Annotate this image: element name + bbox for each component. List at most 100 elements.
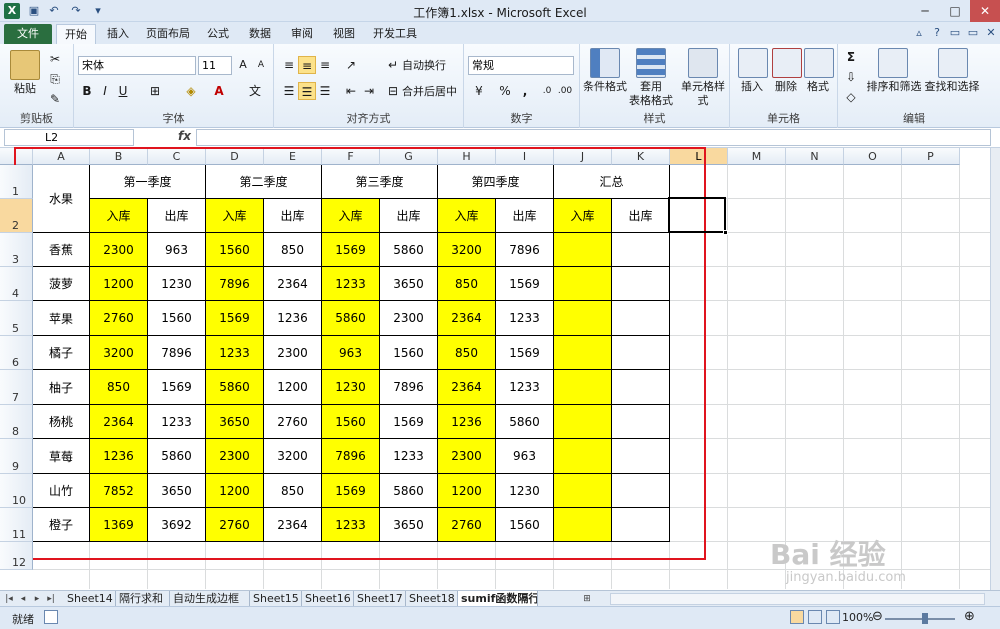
tab-file[interactable]: 文件 [4,24,52,44]
cell-styles-icon[interactable] [688,48,718,78]
macro-record-icon[interactable] [44,610,58,624]
border-icon[interactable]: ⊞ [146,82,164,100]
page-break-view-icon[interactable] [826,610,840,624]
cut-icon[interactable]: ✂ [46,50,64,68]
zoom-slider[interactable] [885,618,955,620]
sheet-tab[interactable]: sumif函数隔行求和 [458,591,538,607]
zoom-level[interactable]: 100% [842,611,873,624]
paste-button[interactable]: 粘贴 [6,82,44,96]
tab-view[interactable]: 视图 [326,24,362,44]
font-name-select[interactable]: 宋体 [78,56,196,75]
sheet-tab[interactable]: Sheet16 [302,591,354,607]
column-header-o[interactable]: O [844,148,902,165]
selected-cell-L2[interactable] [668,197,728,235]
align-right-icon[interactable]: ☰ [316,82,334,100]
fill-color-icon[interactable]: ◈ [182,82,200,100]
normal-view-icon[interactable] [790,610,804,624]
wrap-text-button[interactable]: 自动换行 [402,59,458,73]
align-bottom-icon[interactable]: ≡ [316,56,334,74]
minimize-button[interactable]: ─ [910,0,940,22]
align-center-icon[interactable]: ☰ [298,82,316,100]
row-header-5[interactable]: 5 [0,301,33,336]
maximize-button[interactable]: □ [940,0,970,22]
phonetic-icon[interactable]: 文 [246,82,264,100]
italic-button[interactable]: I [96,82,114,100]
name-box[interactable]: L2 [4,129,134,146]
decrease-indent-icon[interactable]: ⇤ [342,82,360,100]
fill-handle[interactable] [723,230,728,235]
zoom-slider-thumb[interactable] [922,613,928,624]
insert-function-icon[interactable]: fx [178,129,191,143]
row-header-11[interactable]: 11 [0,508,33,542]
tab-review[interactable]: 审阅 [284,24,320,44]
row-header-2[interactable]: 2 [0,199,33,233]
sheet-tab[interactable]: Sheet17 [354,591,406,607]
row-header-12[interactable]: 12 [0,542,33,570]
find-select-button[interactable]: 查找和选择 [922,80,982,94]
align-left-icon[interactable]: ☰ [280,82,298,100]
conditional-format-icon[interactable] [590,48,620,78]
row-header-6[interactable]: 6 [0,336,33,370]
font-size-select[interactable]: 11 [198,56,232,75]
row-header-10[interactable]: 10 [0,474,33,508]
row-header-3[interactable]: 3 [0,233,33,267]
sort-filter-button[interactable]: 排序和筛选 [866,80,922,94]
autosum-button[interactable]: Σ [842,48,860,66]
zoom-in-icon[interactable]: ⊕ [964,609,975,624]
sheet-tab[interactable]: 隔行求和 [116,591,170,607]
minimize-ribbon-icon[interactable]: ▵ [912,26,926,40]
horizontal-scrollbar[interactable] [610,593,985,605]
prev-sheet-icon[interactable]: ◂ [18,593,28,605]
format-as-table-icon[interactable] [636,48,666,78]
number-format-select[interactable]: 常规 [468,56,574,75]
format-cells-button[interactable]: 格式 [798,80,838,94]
close-button[interactable]: ✕ [970,0,1000,22]
vertical-scrollbar[interactable] [990,148,1000,590]
restore-down-icon[interactable]: ▭ [966,26,980,40]
percent-button[interactable]: % [496,82,514,100]
tab-developer[interactable]: 开发工具 [368,24,422,44]
format-as-table-line2[interactable]: 表格格式 [626,94,676,108]
tab-data[interactable]: 数据 [242,24,278,44]
format-painter-icon[interactable]: ✎ [46,90,64,108]
increase-indent-icon[interactable]: ⇥ [360,82,378,100]
last-sheet-icon[interactable]: ▸| [46,593,56,605]
sheet-tab[interactable]: 自动生成边框 [170,591,250,607]
sheet-tab[interactable]: Sheet14 [64,591,116,607]
grow-font-icon[interactable]: A [234,56,252,74]
format-cells-icon[interactable] [804,48,834,78]
restore-window-icon[interactable]: ▭ [948,26,962,40]
shrink-font-icon[interactable]: A [252,56,270,74]
insert-cells-icon[interactable] [738,48,768,78]
tab-home[interactable]: 开始 [56,24,96,44]
tab-insert[interactable]: 插入 [100,24,136,44]
column-header-m[interactable]: M [728,148,786,165]
row-header-4[interactable]: 4 [0,267,33,301]
comma-button[interactable]: , [516,82,534,100]
merge-center-button[interactable]: 合并后居中 [402,85,462,99]
merge-center-icon[interactable]: ⊟ [384,82,402,100]
row-header-8[interactable]: 8 [0,405,33,439]
sort-filter-icon[interactable] [878,48,908,78]
tab-page-layout[interactable]: 页面布局 [140,24,196,44]
underline-button[interactable]: U [114,82,132,100]
next-sheet-icon[interactable]: ▸ [32,593,42,605]
page-layout-view-icon[interactable] [808,610,822,624]
align-middle-icon[interactable]: ≡ [298,56,316,74]
conditional-format-button[interactable]: 条件格式 [580,80,630,94]
currency-icon[interactable]: ¥ [470,82,488,100]
format-as-table-line1[interactable]: 套用 [626,80,676,94]
first-sheet-icon[interactable]: |◂ [4,593,14,605]
align-top-icon[interactable]: ≡ [280,56,298,74]
wrap-text-icon[interactable]: ↵ [384,56,402,74]
insert-sheet-icon[interactable]: ⊞ [578,593,596,605]
sheet-tab[interactable]: Sheet15 [250,591,302,607]
copy-icon[interactable]: ⎘ [46,70,64,88]
column-header-p[interactable]: P [902,148,960,165]
column-header-n[interactable]: N [786,148,844,165]
row-header-9[interactable]: 9 [0,439,33,474]
delete-cells-icon[interactable] [772,48,802,78]
help-icon[interactable]: ? [930,26,944,40]
paste-icon[interactable] [10,50,40,80]
zoom-out-icon[interactable]: ⊖ [872,609,883,624]
